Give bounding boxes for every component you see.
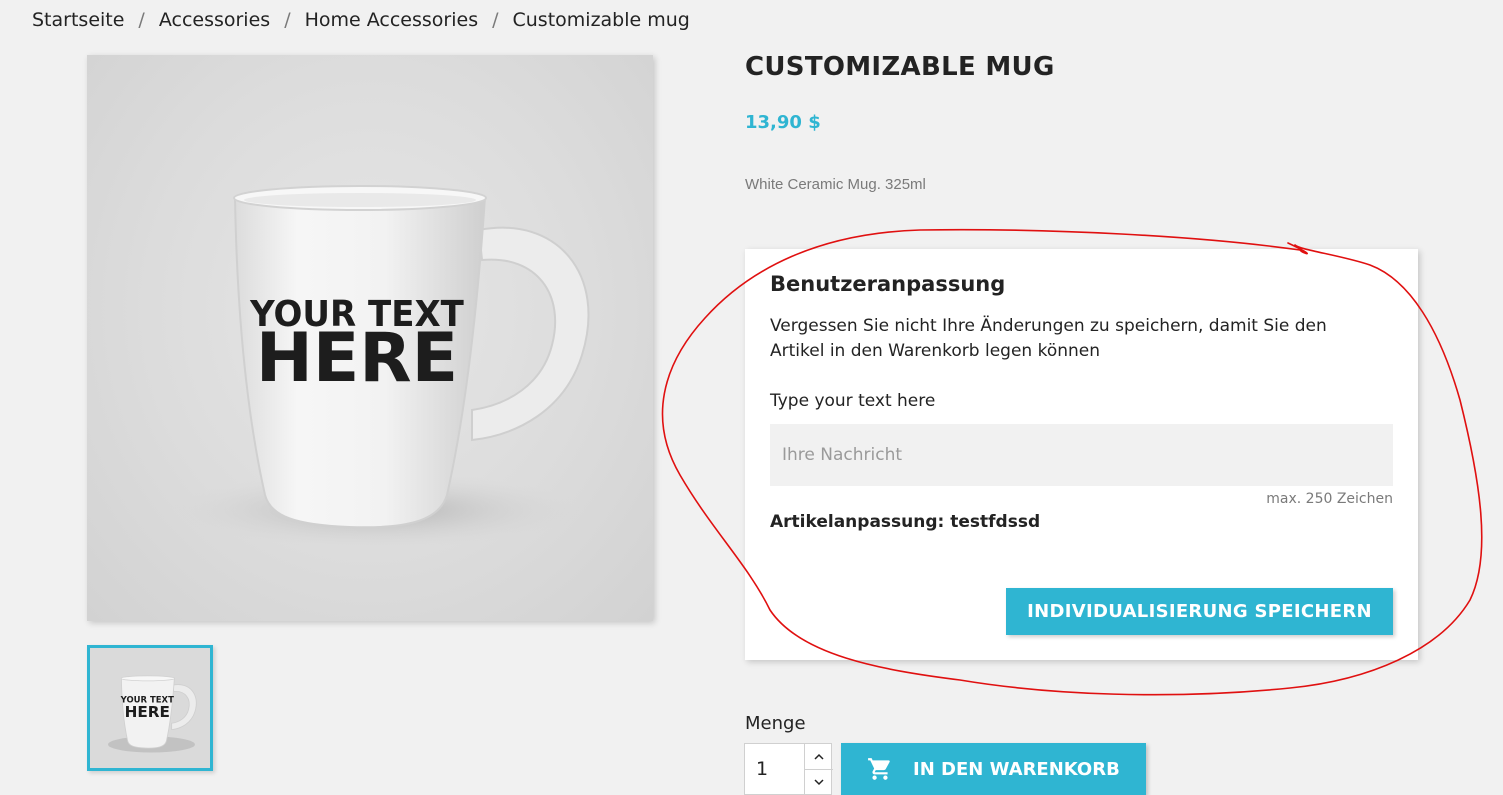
quantity-stepper [744,743,833,795]
breadcrumb-home-link[interactable]: Startseite [32,9,124,31]
breadcrumb-separator: / [284,9,291,31]
custom-text-input[interactable] [770,424,1393,486]
product-cover-image[interactable]: YOUR TEXT HERE [87,55,653,621]
max-chars-hint: max. 250 Zeichen [1266,491,1393,507]
product-title: CUSTOMIZABLE MUG [745,52,1055,82]
customization-panel: Benutzeranpassung Vergessen Sie nicht Ih… [745,249,1418,660]
quantity-input[interactable] [745,744,803,794]
saved-customization-value: testfdssd [950,512,1041,532]
product-short-description: White Ceramic Mug. 325ml [745,176,926,193]
customization-notice: Vergessen Sie nicht Ihre Änderungen zu s… [770,316,1327,361]
customization-heading: Benutzeranpassung [770,272,1006,296]
breadcrumb: Startseite / Accessories / Home Accessor… [32,9,690,31]
quantity-label: Menge [745,713,806,734]
breadcrumb-current: Customizable mug [512,9,690,31]
thumb-print-line2: HERE [125,703,170,721]
chevron-up-icon [814,753,824,760]
custom-text-label: Type your text here [770,391,936,411]
saved-customization: Artikelanpassung: testfdssd [770,512,1040,532]
mug-illustration: YOUR TEXT HERE [172,185,590,548]
chevron-down-icon [814,779,824,786]
mug-print-line2: HERE [256,319,458,398]
save-customization-button[interactable]: INDIVIDUALISIERUNG SPEICHERN [1006,588,1393,635]
product-price: 13,90 $ [745,112,821,133]
breadcrumb-separator: / [138,9,145,31]
quantity-decrement-button[interactable] [804,770,833,795]
breadcrumb-separator: / [492,9,499,31]
add-to-cart-label: IN DEN WARENKORB [913,758,1120,780]
breadcrumb-home-accessories-link[interactable]: Home Accessories [305,9,479,31]
add-to-cart-button[interactable]: IN DEN WARENKORB [841,743,1146,795]
mug-thumbnail-illustration: YOUR TEXT HERE [90,648,210,768]
shopping-cart-icon [868,758,890,780]
quantity-increment-button[interactable] [804,744,833,770]
saved-customization-label: Artikelanpassung: [770,512,945,532]
product-thumbnail[interactable]: YOUR TEXT HERE [87,645,213,771]
breadcrumb-accessories-link[interactable]: Accessories [159,9,270,31]
